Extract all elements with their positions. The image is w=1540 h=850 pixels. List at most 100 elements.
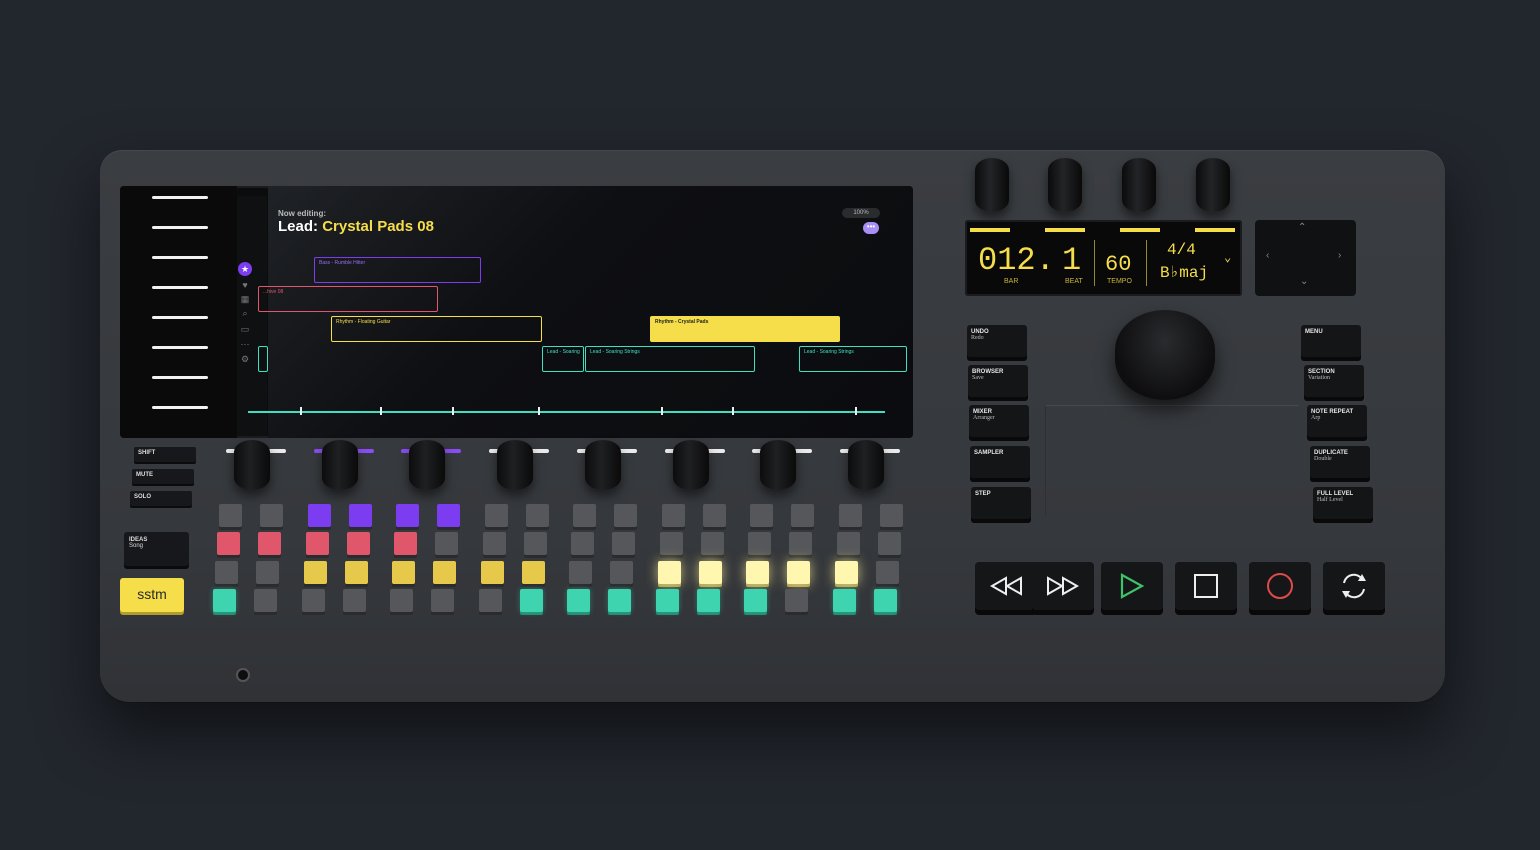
track-knob-7[interactable]: [760, 440, 796, 490]
track-knob-8[interactable]: [848, 440, 884, 490]
drum-pad[interactable]: [875, 561, 899, 584]
chevron-up-icon[interactable]: ⌃: [1298, 222, 1306, 233]
sidebar-item[interactable]: [152, 346, 208, 349]
menu-button[interactable]: MENU: [1301, 325, 1361, 357]
drum-pad[interactable]: [437, 504, 460, 527]
sidebar-item[interactable]: [152, 196, 208, 199]
drum-pad[interactable]: [750, 504, 773, 527]
clip[interactable]: Lead - Soaring: [542, 346, 584, 372]
touch-screen[interactable]: ★ ♥ ▦ ⌕ ▭ ⋯ ⚙ Now editing: Lead: Crystal…: [120, 186, 913, 438]
sidebar-item[interactable]: [152, 226, 208, 229]
track-knob-6[interactable]: [673, 440, 709, 490]
drum-pad[interactable]: [519, 589, 543, 612]
clip[interactable]: Lead - Soaring Strings: [799, 346, 907, 372]
heart-icon[interactable]: ♥: [238, 278, 252, 292]
duplicate-button[interactable]: DUPLICATE Double: [1310, 446, 1370, 478]
drum-pad[interactable]: [838, 504, 862, 527]
drum-pad[interactable]: [215, 561, 238, 584]
track-knob-4[interactable]: [497, 440, 533, 490]
search-icon[interactable]: ⌕: [238, 306, 252, 320]
drum-pad[interactable]: [744, 589, 767, 612]
drum-pad[interactable]: [301, 589, 325, 612]
full-level-button[interactable]: FULL LEVEL Half Level: [1313, 487, 1373, 519]
star-icon[interactable]: ★: [238, 262, 252, 276]
drum-pad[interactable]: [342, 589, 366, 612]
main-encoder-knob[interactable]: [1115, 310, 1215, 400]
chevron-down-icon[interactable]: ⌄: [1224, 250, 1231, 265]
drum-pad[interactable]: [834, 561, 858, 584]
drum-pad[interactable]: [661, 504, 685, 527]
mute-button[interactable]: MUTE: [132, 469, 194, 484]
stop-button[interactable]: [1175, 562, 1237, 610]
shift-button[interactable]: SHIFT: [134, 447, 196, 462]
macro-knob-4[interactable]: [1196, 158, 1230, 212]
drum-pad[interactable]: [219, 504, 242, 527]
sidebar-item[interactable]: [152, 256, 208, 259]
drum-pad[interactable]: [700, 532, 724, 555]
clip[interactable]: ...hive 08: [258, 286, 438, 312]
drum-pad[interactable]: [879, 504, 903, 527]
sidebar-item[interactable]: [152, 316, 208, 319]
more-icon[interactable]: ⋯: [238, 337, 252, 351]
folder-icon[interactable]: ▭: [238, 322, 252, 336]
macro-knob-3[interactable]: [1122, 158, 1156, 212]
drum-pad[interactable]: [482, 532, 506, 555]
drum-pad[interactable]: [836, 532, 860, 555]
drum-pad[interactable]: [303, 561, 327, 584]
record-button[interactable]: [1249, 562, 1311, 610]
drum-pad[interactable]: [433, 561, 456, 584]
drum-pad[interactable]: [480, 561, 504, 584]
drum-pad[interactable]: [254, 589, 277, 612]
drum-pad[interactable]: [484, 504, 508, 527]
rewind-button[interactable]: [975, 562, 1037, 610]
step-button[interactable]: STEP: [971, 487, 1031, 519]
drum-pad[interactable]: [525, 504, 549, 527]
drum-pad[interactable]: [567, 589, 590, 612]
drum-pad[interactable]: [390, 589, 413, 612]
drum-pad[interactable]: [523, 532, 547, 555]
mixer-button[interactable]: MIXER Arranger: [969, 405, 1029, 437]
drum-pad[interactable]: [344, 561, 368, 584]
drum-pad[interactable]: [392, 561, 415, 584]
drum-pad[interactable]: [307, 504, 331, 527]
drum-pad[interactable]: [787, 561, 810, 584]
ideas-button[interactable]: IDEAS Song: [124, 532, 189, 566]
undo-button[interactable]: UNDO Redo: [967, 325, 1027, 357]
drum-pad[interactable]: [213, 589, 236, 612]
drum-pad[interactable]: [748, 532, 771, 555]
drum-pad[interactable]: [346, 532, 370, 555]
drum-pad[interactable]: [573, 504, 596, 527]
macro-knob-2[interactable]: [1048, 158, 1082, 212]
drum-pad[interactable]: [608, 589, 631, 612]
drum-pad[interactable]: [702, 504, 726, 527]
settings-icon[interactable]: ⚙: [238, 352, 252, 366]
clip[interactable]: Bass - Rumble Hitter: [314, 257, 481, 283]
chevron-down-icon[interactable]: ⌄: [1300, 276, 1308, 287]
drum-pad[interactable]: [305, 532, 329, 555]
drum-pad[interactable]: [659, 532, 683, 555]
drum-pad[interactable]: [877, 532, 901, 555]
drum-pad[interactable]: [478, 589, 502, 612]
chevron-left-icon[interactable]: ‹: [1266, 250, 1269, 261]
drum-pad[interactable]: [873, 589, 897, 612]
clip-selected[interactable]: Rhythm - Crystal Pads: [650, 316, 840, 342]
timeline-ruler[interactable]: [248, 411, 885, 413]
drum-pad[interactable]: [571, 532, 594, 555]
drum-pad[interactable]: [785, 589, 808, 612]
drum-pad[interactable]: [258, 532, 281, 555]
fast-forward-button[interactable]: [1032, 562, 1094, 610]
drum-pad[interactable]: [614, 504, 637, 527]
brand-logo-button[interactable]: sstm: [120, 578, 184, 612]
track-knob-1[interactable]: [234, 440, 270, 490]
drum-pad[interactable]: [394, 532, 417, 555]
play-button[interactable]: [1101, 562, 1163, 610]
drum-pad[interactable]: [521, 561, 545, 584]
macro-knob-1[interactable]: [975, 158, 1009, 212]
drum-pad[interactable]: [832, 589, 856, 612]
section-button[interactable]: SECTION Variation: [1304, 365, 1364, 397]
track-knob-5[interactable]: [585, 440, 621, 490]
drum-pad[interactable]: [655, 589, 679, 612]
clip[interactable]: [258, 346, 268, 372]
drum-pad[interactable]: [698, 561, 722, 584]
sampler-button[interactable]: SAMPLER: [970, 446, 1030, 478]
